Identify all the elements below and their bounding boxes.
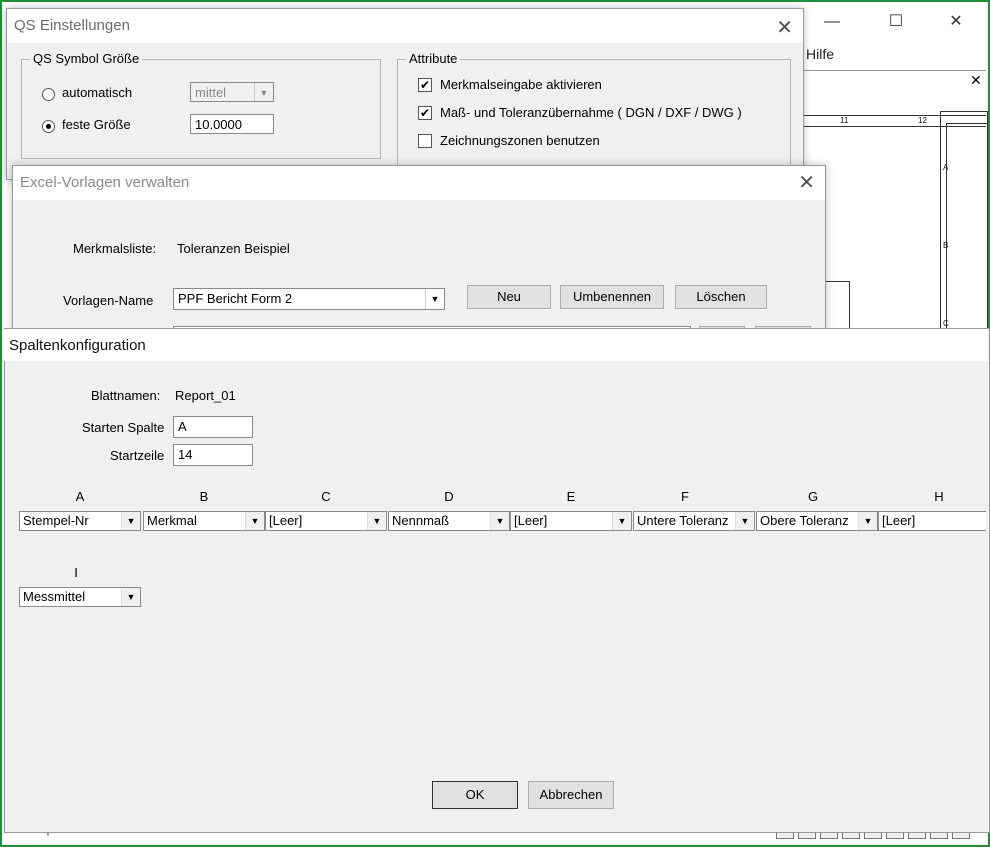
excel-close-icon[interactable]: ✕ [798, 170, 815, 195]
auto-size-value: mittel [195, 85, 227, 100]
column-letter-e: E [566, 489, 576, 504]
ruler-tick-12: 12 [918, 116, 927, 125]
radio-automatic[interactable] [42, 88, 55, 101]
column-letter-i: I [74, 565, 78, 580]
template-name-label: Vorlagen-Name [63, 293, 154, 308]
chevron-down-icon: ▼ [490, 512, 509, 530]
start-row-label: Startzeile [110, 448, 165, 463]
rename-button[interactable]: Umbenennen [560, 285, 664, 309]
ruler-tick-11: 11 [840, 116, 849, 125]
column-g-value: Obere Toleranz [760, 513, 849, 528]
feature-list-label: Merkmalsliste: [73, 241, 157, 256]
column-f-value: Untere Toleranz [637, 513, 729, 528]
qs-dialog-title: QS Einstellungen [7, 9, 803, 43]
column-c-value: [Leer] [269, 513, 303, 528]
sheet-name-value: Report_01 [175, 388, 236, 403]
chevron-down-icon: ▼ [612, 512, 631, 530]
chevron-down-icon: ▼ [245, 512, 264, 530]
fixed-size-input[interactable]: 10.0000 [190, 114, 274, 134]
column-a-select[interactable]: Stempel-Nr ▼ [19, 511, 141, 531]
column-b-select[interactable]: Merkmal ▼ [143, 511, 265, 531]
chevron-down-icon: ▼ [858, 512, 877, 530]
column-letter-g: G [807, 489, 819, 504]
qs-close-icon[interactable]: ✕ [776, 15, 793, 40]
column-letter-h: H [934, 489, 944, 504]
start-row-input[interactable]: 14 [173, 444, 253, 466]
start-column-input[interactable]: A [173, 416, 253, 438]
start-column-label: Starten Spalte [82, 420, 165, 435]
chevron-down-icon: ▼ [121, 512, 140, 530]
column-e-select[interactable]: [Leer] ▼ [510, 511, 632, 531]
checkbox-merkmal[interactable]: ✔ [418, 78, 432, 92]
chevron-down-icon: ▼ [121, 588, 140, 606]
qs-settings-dialog: QS Einstellungen ✕ QS Symbol Größe autom… [6, 8, 804, 180]
column-e-value: [Leer] [514, 513, 548, 528]
column-g-select[interactable]: Obere Toleranz ▼ [756, 511, 878, 531]
new-button[interactable]: Neu [467, 285, 551, 309]
delete-button[interactable]: Löschen [675, 285, 767, 309]
radio-fixed-size[interactable] [42, 120, 55, 133]
column-letter-a: A [75, 489, 85, 504]
checkbox-merkmal-label: Merkmalseingabe aktivieren [440, 77, 602, 92]
template-name-value: PPF Bericht Form 2 [178, 291, 293, 306]
chevron-down-icon: ▼ [425, 289, 444, 309]
column-d-select[interactable]: Nennmaß ▼ [388, 511, 510, 531]
chevron-down-icon: ▼ [254, 83, 273, 101]
column-h-value: [Leer] [882, 513, 916, 528]
column-config-dialog [4, 328, 990, 833]
close-window-button[interactable]: ✕ [936, 2, 976, 42]
cancel-button[interactable]: Abbrechen [528, 781, 614, 809]
feature-list-value: Toleranzen Beispiel [177, 241, 290, 256]
column-letter-d: D [444, 489, 454, 504]
background-titlebar: — ☐ ✕ [800, 2, 986, 42]
drawing-area: 11 12 A B C [800, 70, 988, 333]
column-b-value: Merkmal [147, 513, 197, 528]
column-a-value: Stempel-Nr [23, 513, 89, 528]
checkbox-tolerance[interactable]: ✔ [418, 106, 432, 120]
drawing-ruler [800, 115, 986, 127]
attribute-group: Attribute ✔ Merkmalseingabe aktivieren ✔… [397, 51, 791, 180]
column-letter-b: B [199, 489, 209, 504]
chevron-down-icon: ▼ [367, 512, 386, 530]
symbol-size-group-label: QS Symbol Größe [30, 51, 143, 66]
excel-dialog-title: Excel-Vorlagen verwalten [13, 166, 825, 200]
ruler-tick-c: C [943, 319, 949, 328]
excel-templates-dialog: Excel-Vorlagen verwalten ✕ Merkmalsliste… [12, 165, 826, 342]
ruler-tick-a: A [943, 163, 949, 172]
column-letter-f: F [681, 489, 689, 504]
minimize-button[interactable]: — [812, 2, 852, 42]
chevron-down-icon: ▼ [735, 512, 754, 530]
drawing-frame-inner [946, 123, 988, 333]
column-c-select[interactable]: [Leer] ▼ [265, 511, 387, 531]
column-i-value: Messmittel [23, 589, 86, 604]
attribute-group-label: Attribute [406, 51, 461, 66]
column-i-select[interactable]: Messmittel ▼ [19, 587, 141, 607]
checkbox-zones[interactable] [418, 134, 432, 148]
maximize-button[interactable]: ☐ [876, 2, 916, 42]
column-d-value: Nennmaß [392, 513, 450, 528]
checkbox-zones-label: Zeichnungszonen benutzen [440, 133, 600, 148]
auto-size-select[interactable]: mittel ▼ [190, 82, 274, 102]
sheet-name-label: Blattnamen: [91, 388, 161, 403]
menu-help[interactable]: Hilfe [806, 46, 834, 62]
checkbox-tolerance-label: Maß- und Toleranzübernahme ( DGN / DXF /… [440, 105, 742, 120]
column-h-select[interactable]: [Leer] [878, 511, 986, 531]
symbol-size-group: QS Symbol Größe automatisch mittel ▼ fes… [21, 51, 381, 159]
ruler-tick-b: B [943, 241, 949, 250]
radio-automatic-label: automatisch [62, 85, 133, 100]
radio-fixed-label: feste Größe [62, 117, 131, 132]
drawing-close-icon[interactable]: ✕ [970, 72, 982, 89]
template-name-select[interactable]: PPF Bericht Form 2 ▼ [173, 288, 445, 310]
column-config-title: Spaltenkonfiguration [4, 329, 988, 361]
column-letter-c: C [321, 489, 331, 504]
ok-button[interactable]: OK [432, 781, 518, 809]
column-f-select[interactable]: Untere Toleranz ▼ [633, 511, 755, 531]
